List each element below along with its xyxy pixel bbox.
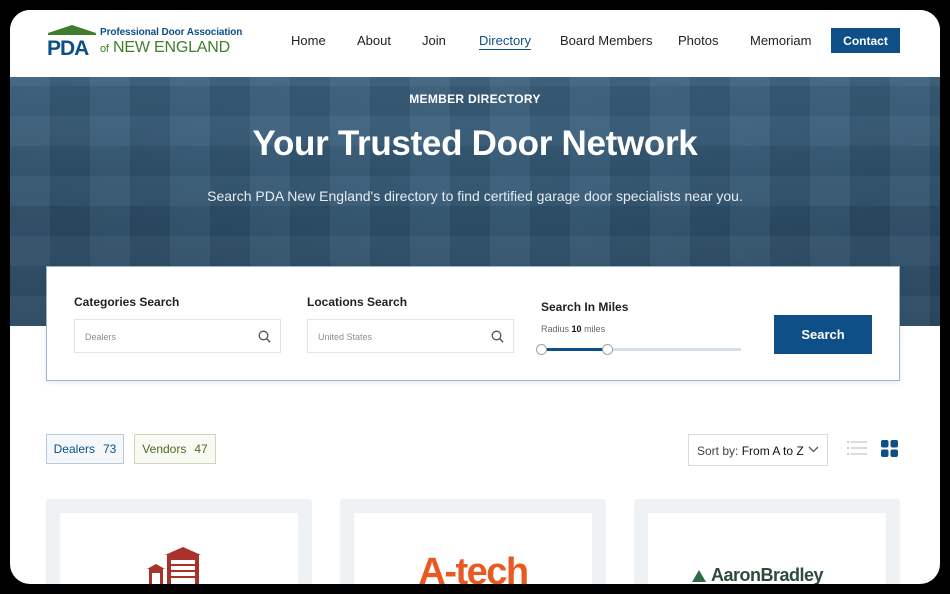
categories-label: Categories Search (74, 295, 180, 309)
list-view-icon[interactable] (847, 440, 867, 456)
locations-input[interactable]: United States (307, 319, 514, 353)
member-card-logo-area: A-tech (354, 513, 592, 584)
tab-vendors-label: Vendors (142, 442, 187, 456)
atech-logo: A-tech (418, 551, 529, 584)
categories-placeholder: Dealers (85, 332, 117, 342)
tab-dealers-count: 73 (103, 442, 117, 456)
nav-about[interactable]: About (357, 33, 391, 48)
locations-placeholder: United States (318, 332, 373, 342)
member-card[interactable]: AaronBradley (634, 499, 900, 584)
main-nav: Home About Join Directory Board Members … (10, 10, 940, 77)
radius-slider-fill (541, 348, 607, 351)
tab-vendors[interactable]: Vendors 47 (134, 434, 216, 464)
search-icon[interactable] (258, 330, 271, 343)
sort-prefix: Sort by: (697, 444, 739, 458)
browser-viewport: PDA Professional Door Association of NEW… (10, 10, 940, 584)
sort-label: Sort by: From A to Z (697, 444, 804, 458)
search-panel: Categories Search Dealers Locations Sear… (46, 266, 900, 381)
nav-photos[interactable]: Photos (678, 33, 718, 48)
tab-dealers[interactable]: Dealers 73 (46, 434, 124, 464)
hero-eyebrow: MEMBER DIRECTORY (409, 92, 541, 106)
search-icon[interactable] (491, 330, 504, 343)
member-card[interactable]: A-tech (340, 499, 606, 584)
grid-view-icon[interactable] (881, 440, 898, 457)
nav-memoriam[interactable]: Memoriam (750, 33, 811, 48)
site-header: PDA Professional Door Association of NEW… (10, 10, 940, 77)
member-card-logo-area (60, 513, 298, 584)
tab-dealers-label: Dealers (53, 442, 95, 456)
contact-button[interactable]: Contact (831, 28, 900, 53)
locations-label: Locations Search (307, 295, 408, 309)
radius-slider-handle[interactable] (602, 344, 613, 355)
radius-value: 10 (571, 324, 582, 334)
sort-value: From A to Z (741, 444, 804, 458)
nav-board-members[interactable]: Board Members (560, 33, 652, 48)
member-card-logo-area: AaronBradley (648, 513, 886, 584)
miles-label: Search In Miles (541, 300, 629, 314)
sort-select[interactable]: Sort by: From A to Z (688, 434, 828, 466)
nav-home[interactable]: Home (291, 33, 326, 48)
hero-subtitle: Search PDA New England's directory to fi… (207, 188, 743, 204)
aaron-bradley-logo: AaronBradley (710, 565, 824, 584)
radius-readout: Radius 10 miles (541, 324, 605, 334)
radius-prefix: Radius (541, 324, 570, 334)
chevron-down-icon (808, 446, 819, 453)
hero-title: Your Trusted Door Network (252, 124, 698, 163)
garage-door-logo-icon (147, 547, 201, 584)
nav-directory[interactable]: Directory (479, 33, 531, 48)
categories-input[interactable]: Dealers (74, 319, 281, 353)
radius-slider[interactable] (536, 344, 741, 355)
radius-suffix: miles (584, 324, 606, 334)
member-card[interactable] (46, 499, 312, 584)
radius-slider-min-handle[interactable] (536, 344, 547, 355)
nav-join[interactable]: Join (422, 33, 446, 48)
search-button[interactable]: Search (774, 315, 872, 354)
tab-vendors-count: 47 (194, 442, 208, 456)
